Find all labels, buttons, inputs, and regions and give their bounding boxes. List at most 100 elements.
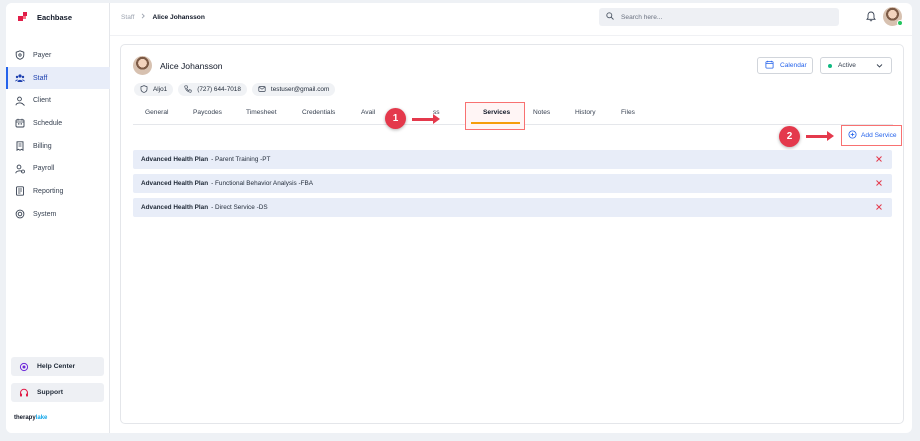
email-chip: testuser@gmail.com bbox=[251, 83, 336, 96]
bell-icon[interactable] bbox=[866, 11, 876, 24]
sidebar-item-label: Reporting bbox=[33, 187, 64, 195]
sidebar-item-label: Schedule bbox=[33, 119, 63, 127]
support-button[interactable]: Support bbox=[11, 383, 104, 402]
sidebar-item-system[interactable]: System bbox=[6, 203, 110, 226]
plus-circle-icon bbox=[848, 130, 857, 141]
service-description: - Functional Behavior Analysis -FBA bbox=[211, 180, 314, 187]
service-row: Advanced Health Plan - Direct Service -D… bbox=[133, 198, 892, 217]
profile-avatar bbox=[133, 56, 152, 75]
client-icon bbox=[15, 96, 25, 106]
payroll-icon bbox=[15, 164, 25, 174]
shield-icon bbox=[15, 50, 25, 61]
chevron-right-icon bbox=[140, 13, 146, 21]
user-avatar[interactable] bbox=[883, 7, 903, 26]
add-service-label: Add Service bbox=[861, 132, 897, 139]
staff-profile-card: Alice Johansson Calendar Active Aljo1 (7… bbox=[120, 44, 904, 424]
phone-number: (727) 644-7018 bbox=[197, 86, 241, 93]
chevron-down-icon bbox=[876, 63, 883, 71]
close-icon[interactable] bbox=[875, 179, 883, 189]
tab-services[interactable]: Services bbox=[483, 109, 510, 116]
calendar-label: Calendar bbox=[780, 62, 807, 69]
calendar-icon bbox=[15, 118, 25, 128]
phone-icon bbox=[184, 84, 192, 95]
calendar-icon bbox=[765, 60, 774, 71]
close-icon[interactable] bbox=[875, 203, 883, 213]
tab-credentials[interactable]: Credentials bbox=[302, 109, 335, 116]
help-center-icon bbox=[19, 362, 29, 372]
add-service-button[interactable]: Add Service bbox=[841, 125, 902, 146]
sidebar-item-label: Payer bbox=[33, 51, 52, 59]
service-plan: Advanced Health Plan bbox=[141, 156, 209, 163]
tab-availability[interactable]: Avail bbox=[361, 109, 375, 116]
sidebar: Eachbase Payer Staff Client Schedule Bil… bbox=[6, 3, 110, 433]
support-label: Support bbox=[37, 389, 64, 396]
help-center-button[interactable]: Help Center bbox=[11, 357, 104, 376]
sidebar-item-label: Billing bbox=[33, 142, 52, 150]
app-name: Eachbase bbox=[37, 12, 73, 22]
service-row: Advanced Health Plan - Parent Training -… bbox=[133, 150, 892, 169]
service-description: - Parent Training -PT bbox=[211, 156, 271, 163]
status-select[interactable]: Active bbox=[820, 57, 892, 74]
sidebar-item-label: Client bbox=[33, 97, 51, 105]
step-1-arrow-icon bbox=[412, 114, 440, 124]
service-plan: Advanced Health Plan bbox=[141, 204, 209, 211]
profile-name: Alice Johansson bbox=[160, 61, 223, 71]
phone-chip: (727) 644-7018 bbox=[178, 83, 247, 96]
tab-paycodes[interactable]: Paycodes bbox=[193, 109, 222, 116]
footer-brand: therapylake bbox=[14, 415, 47, 421]
sidebar-item-label: Payroll bbox=[33, 165, 55, 173]
sidebar-item-schedule[interactable]: Schedule bbox=[6, 112, 110, 135]
help-center-label: Help Center bbox=[37, 363, 76, 370]
tab-general[interactable]: General bbox=[145, 109, 168, 116]
profile-contact-chips: Aljo1 (727) 644-7018 testuser@gmail.com bbox=[134, 83, 336, 96]
breadcrumb-current: Alice Johansson bbox=[152, 13, 205, 21]
sidebar-nav: Payer Staff Client Schedule Billing Payr… bbox=[6, 44, 110, 226]
footer-brand-part-2: lake bbox=[35, 415, 48, 421]
tab-history[interactable]: History bbox=[575, 109, 596, 116]
users-icon bbox=[15, 73, 25, 83]
top-bar: Staff Alice Johansson Search here... bbox=[110, 3, 912, 36]
sidebar-item-payroll[interactable]: Payroll bbox=[6, 157, 110, 180]
footer-brand-part-1: therapy bbox=[14, 415, 36, 421]
id-badge-icon bbox=[140, 84, 148, 95]
search-placeholder: Search here... bbox=[621, 13, 663, 21]
active-tab-highlight bbox=[465, 102, 525, 130]
profile-tabs: General Paycodes Timesheet Credentials A… bbox=[133, 102, 893, 130]
app-logo[interactable]: Eachbase bbox=[18, 12, 72, 22]
sidebar-item-payer[interactable]: Payer bbox=[6, 44, 110, 67]
staff-id-chip: Aljo1 bbox=[134, 83, 174, 96]
report-icon bbox=[15, 186, 25, 197]
sidebar-item-label: Staff bbox=[33, 74, 48, 82]
calendar-button[interactable]: Calendar bbox=[757, 57, 813, 74]
tab-timesheet[interactable]: Timesheet bbox=[246, 109, 277, 116]
sidebar-item-staff[interactable]: Staff bbox=[6, 66, 110, 90]
breadcrumb-parent[interactable]: Staff bbox=[121, 14, 134, 21]
mail-icon bbox=[258, 85, 266, 95]
close-icon[interactable] bbox=[875, 155, 883, 165]
sidebar-item-reporting[interactable]: Reporting bbox=[6, 180, 110, 203]
sidebar-item-billing[interactable]: Billing bbox=[6, 135, 110, 158]
service-description: - Direct Service -DS bbox=[211, 204, 268, 211]
billing-icon bbox=[15, 141, 25, 152]
step-2-arrow-icon bbox=[806, 131, 834, 141]
active-tab-underline bbox=[471, 122, 520, 124]
sidebar-item-label: System bbox=[33, 210, 57, 218]
sidebar-item-client[interactable]: Client bbox=[6, 89, 110, 112]
email-address: testuser@gmail.com bbox=[270, 86, 330, 93]
tab-notes[interactable]: Notes bbox=[533, 109, 550, 116]
staff-id: Aljo1 bbox=[153, 86, 168, 93]
search-icon bbox=[606, 12, 614, 22]
status-dot-icon bbox=[828, 63, 832, 68]
step-1-callout: 1 bbox=[385, 108, 406, 129]
step-2-callout: 2 bbox=[779, 126, 800, 147]
online-status-icon bbox=[897, 20, 903, 26]
service-plan: Advanced Health Plan bbox=[141, 180, 209, 187]
system-icon bbox=[15, 209, 25, 219]
status-value: Active bbox=[838, 62, 856, 69]
app-window: Eachbase Payer Staff Client Schedule Bil… bbox=[6, 3, 912, 433]
headset-icon bbox=[19, 388, 29, 398]
tab-files[interactable]: Files bbox=[621, 109, 635, 116]
logo-icon bbox=[18, 12, 28, 22]
search-input[interactable]: Search here... bbox=[599, 8, 839, 26]
service-row: Advanced Health Plan - Functional Behavi… bbox=[133, 174, 892, 193]
